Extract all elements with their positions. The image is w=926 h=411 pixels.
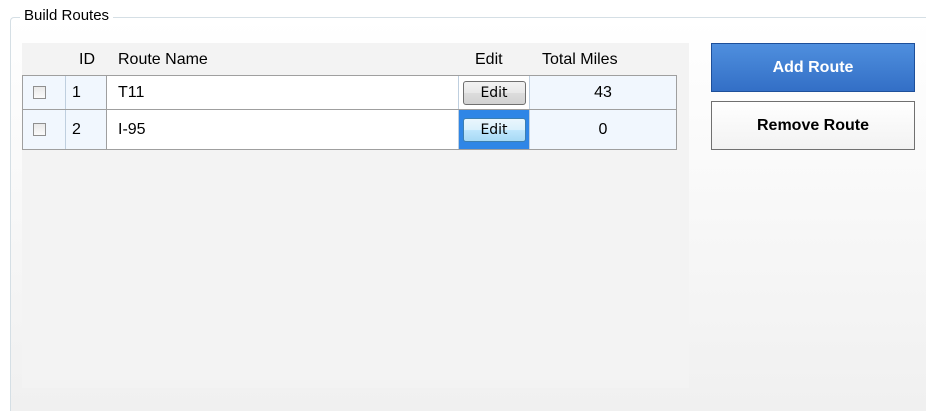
- total-miles-cell: 43: [530, 76, 677, 109]
- add-route-button[interactable]: Add Route: [711, 43, 915, 92]
- route-name-cell[interactable]: I-95: [107, 110, 459, 149]
- edit-button[interactable]: Edit: [462, 80, 526, 105]
- remove-route-button[interactable]: Remove Route: [711, 101, 915, 150]
- route-name-cell[interactable]: T11: [107, 76, 459, 109]
- groupbox-title: Build Routes: [20, 6, 114, 26]
- column-header-id[interactable]: ID: [79, 43, 95, 75]
- build-routes-panel: Build Routes ID Route Name Edit Total Mi…: [0, 0, 926, 411]
- total-miles-cell: 0: [530, 110, 677, 149]
- column-header-route-name[interactable]: Route Name: [118, 43, 208, 75]
- row-checkbox[interactable]: [32, 123, 46, 136]
- column-header-total-miles[interactable]: Total Miles: [542, 43, 618, 75]
- grid-header: ID Route Name Edit Total Miles: [22, 43, 677, 75]
- row-select-cell: [22, 110, 66, 149]
- edit-cell-focused: Edit: [459, 110, 530, 149]
- row-checkbox[interactable]: [32, 86, 46, 99]
- id-cell: 2: [66, 110, 107, 149]
- routes-grid[interactable]: ID Route Name Edit Total Miles 1 T11 Edi…: [22, 43, 689, 388]
- edit-button[interactable]: Edit: [462, 117, 526, 142]
- table-row[interactable]: 2 I-95 Edit 0: [22, 110, 677, 150]
- table-row[interactable]: 1 T11 Edit 43: [22, 75, 677, 110]
- id-cell: 1: [66, 76, 107, 109]
- column-header-edit[interactable]: Edit: [475, 43, 503, 75]
- row-select-cell: [22, 76, 66, 109]
- edit-cell: Edit: [459, 76, 530, 109]
